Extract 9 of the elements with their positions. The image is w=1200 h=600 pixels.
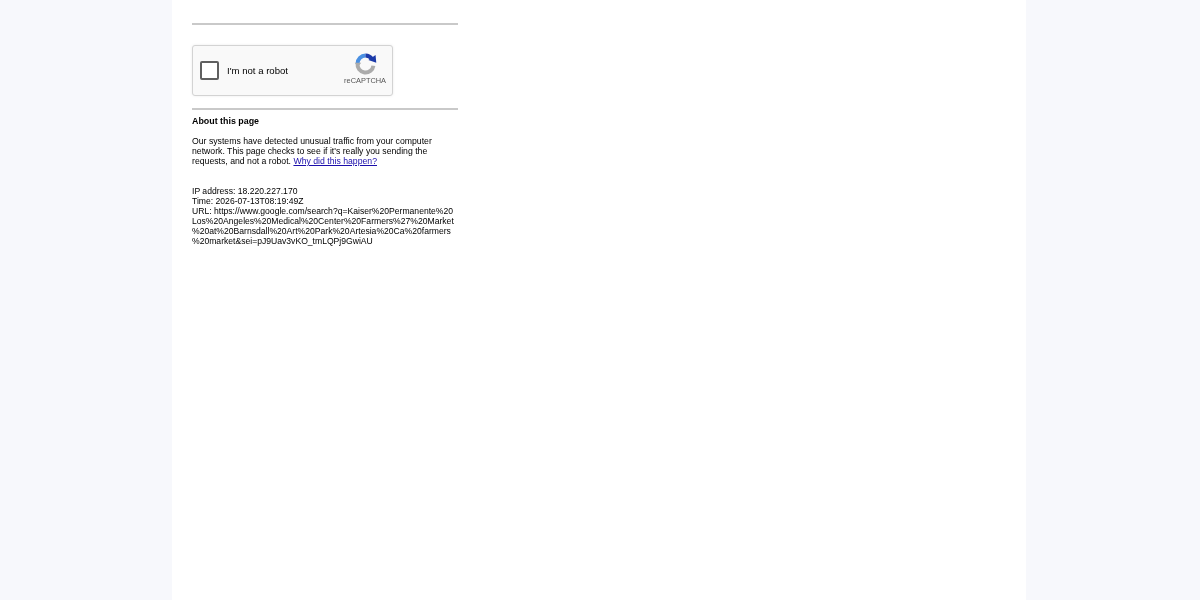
- url-text: URL: https://www.google.com/search?q=Kaiser%20Permanente%20Los%20Angeles%20Medical%20Center%20Farmers%27%20Market%20at%20Barnsdall%20Art%20Park%20Artesia%20Ca%20farmers%20market&sei=pJ9Uav3vKO_tmLQPj9GwiAU: [192, 206, 455, 246]
- info-text: IP address: 18.220.227.170: [192, 186, 299, 196]
- checkbox-label: I'm not a robot: [227, 65, 289, 76]
- info-text: Time: 2026-07-13T08:19:49Z: [192, 196, 305, 206]
- circular-arrows-icon: [353, 52, 377, 75]
- section-heading: About this page: [192, 116, 261, 127]
- paragraph: Our systems have detected unusual traffic from your computer network. This page checks to see if it's really you sending the requests, and not a robot. Why did this happen?: [192, 136, 433, 166]
- link[interactable]: Why did this happen?: [293, 156, 377, 166]
- checkbox[interactable]: [200, 61, 219, 80]
